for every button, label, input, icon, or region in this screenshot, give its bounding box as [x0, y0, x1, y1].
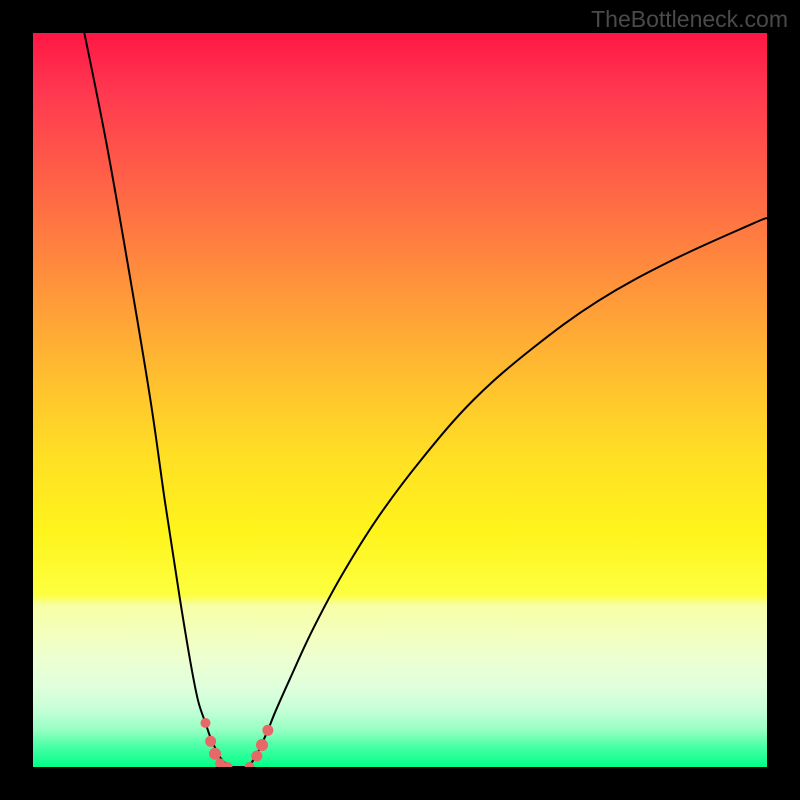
data-point — [205, 736, 216, 747]
data-point — [262, 725, 273, 736]
chart-plot-area — [33, 33, 767, 767]
curve-group — [84, 33, 767, 767]
data-point — [251, 750, 262, 761]
chart-svg — [33, 33, 767, 767]
data-point — [256, 739, 268, 751]
right-curve-path — [246, 218, 767, 767]
watermark-text: TheBottleneck.com — [591, 6, 788, 33]
left-curve-path — [84, 33, 231, 767]
data-points-group — [200, 718, 273, 767]
data-point — [245, 762, 255, 767]
data-point — [200, 718, 210, 728]
data-point — [209, 748, 221, 760]
